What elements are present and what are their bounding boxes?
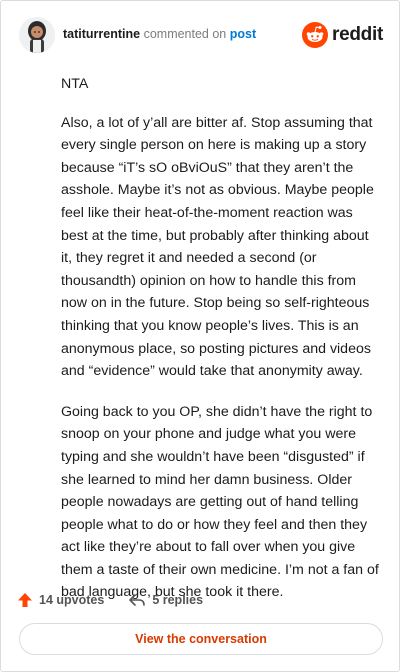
comment-body: NTA Also, a lot of y’all are bitter af. … [61,73,379,622]
reddit-wordmark: reddit [332,24,383,45]
comment-verb: commented on [143,27,227,41]
replies-button[interactable]: 5 replies [128,592,203,608]
comment-meta: tatiturrentine commented on post [63,27,256,41]
avatar[interactable] [19,17,55,53]
comment-paragraph: NTA [61,76,89,92]
comment-paragraph: Also, a lot of y’all are bitter af. Stop… [61,114,374,380]
reddit-logo-icon [302,22,329,48]
comment-paragraph: Going back to you OP, she didn’t have th… [61,403,379,601]
view-conversation-button[interactable]: View the conversation [19,623,383,655]
comment-header: tatiturrentine commented on post reddit [19,15,383,55]
upvote-count: 14 upvotes [39,593,105,607]
username[interactable]: tatiturrentine [63,27,140,41]
upvote-icon [18,593,32,607]
post-link[interactable]: post [230,27,256,41]
upvote-button[interactable]: 14 upvotes [17,592,104,608]
reply-count: 5 replies [152,593,204,607]
reddit-logo[interactable]: reddit [302,21,383,49]
reply-icon [129,594,146,606]
comment-card: tatiturrentine commented on post reddit … [0,0,400,672]
comment-footer: 14 upvotes 5 replies [17,589,227,611]
